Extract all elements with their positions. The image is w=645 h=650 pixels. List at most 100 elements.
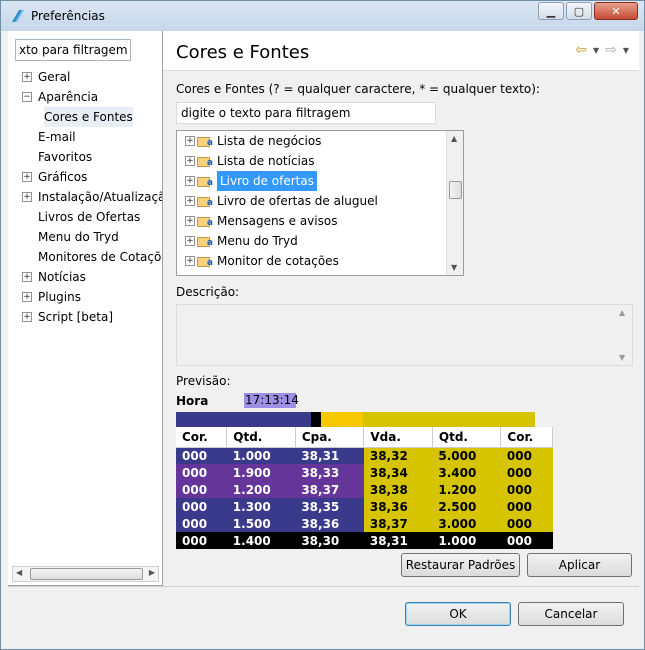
close-button[interactable]: ✕ <box>594 2 638 20</box>
expander-icon[interactable]: + <box>22 172 32 182</box>
color-font-item[interactable]: + a Menu do Tryd <box>185 231 298 251</box>
color-font-item[interactable]: + a Livro de ofertas de aluguel <box>185 191 378 211</box>
nav-item[interactable]: + Geral <box>22 67 162 87</box>
scroll-left-icon[interactable]: ◀ <box>16 568 22 577</box>
preview-cell: 38,33 <box>295 464 364 481</box>
preview-cell: 000 <box>176 498 227 515</box>
expander-icon[interactable]: + <box>22 192 32 202</box>
preview-cell: 5.000 <box>432 447 501 464</box>
scroll-thumb[interactable] <box>30 568 143 580</box>
nav-item-label: Geral <box>38 70 71 84</box>
scroll-down-icon[interactable]: ▼ <box>451 263 457 272</box>
nav-item[interactable]: Cores e Fontes <box>22 107 162 127</box>
font-folder-icon: a <box>197 134 213 148</box>
nav-item[interactable]: E-mail <box>22 127 162 147</box>
nav-item[interactable]: Livros de Ofertas <box>22 207 162 227</box>
preview-row: 000 1.000 38,31 38,32 5.000 000 <box>176 447 553 464</box>
expander-icon[interactable]: + <box>22 312 32 322</box>
color-font-item[interactable]: + a Livro de ofertas <box>185 171 317 191</box>
minimize-icon: ▁ <box>546 4 556 18</box>
nav-item[interactable]: + Instalação/Atualizaçã <box>22 187 162 207</box>
color-font-item[interactable]: + a Monitor de cotações <box>185 251 339 271</box>
font-folder-icon: a <box>197 154 213 168</box>
nav-item[interactable]: + Notícias <box>22 267 162 287</box>
color-font-item-label: Livro de ofertas de aluguel <box>217 194 378 208</box>
ok-button[interactable]: OK <box>405 602 511 626</box>
nav-item-label: Monitores de Cotaçõ <box>38 250 162 264</box>
apply-button[interactable]: Aplicar <box>527 553 632 577</box>
preferences-tree: + Geral − Aparência Cores e Fontes E-mail Favo… <box>22 67 162 327</box>
expand-plus-icon[interactable]: + <box>185 216 195 226</box>
preview-cell: 1.200 <box>226 481 296 498</box>
preview-cell: 1.000 <box>226 447 296 464</box>
nav-item-label: Favoritos <box>38 150 93 164</box>
preferences-window: Preferências ▁ ▢ ✕ xto para filtragem + G… <box>0 0 645 650</box>
expand-plus-icon[interactable]: + <box>185 236 195 246</box>
nav-item-label: Cores e Fontes <box>44 107 133 127</box>
title-bar: Preferências ▁ ▢ ✕ <box>1 1 644 31</box>
expand-plus-icon[interactable]: + <box>185 176 195 186</box>
preview-cell: 38,38 <box>363 481 433 498</box>
minimize-button[interactable]: ▁ <box>538 2 564 20</box>
list-vertical-scrollbar[interactable]: ▲ ▼ <box>446 131 463 275</box>
nav-item[interactable]: + Plugins <box>22 287 162 307</box>
color-font-item[interactable]: + a Lista de negócios <box>185 131 321 151</box>
history-nav: ⇦ ▼ ⇨ ▼ <box>575 42 629 58</box>
nav-item[interactable]: Favoritos <box>22 147 162 167</box>
color-font-item-label: Lista de negócios <box>217 134 322 148</box>
preview-column-header: Qtd. <box>432 427 502 448</box>
app-logo-icon <box>12 10 24 22</box>
preview-cell: 000 <box>500 464 553 481</box>
preview-cell: 000 <box>176 447 227 464</box>
color-font-filter-input[interactable]: digite o texto para filtragem <box>176 102 436 124</box>
maximize-button[interactable]: ▢ <box>566 2 592 20</box>
nav-item[interactable]: + Script [beta] <box>22 307 162 327</box>
expander-icon[interactable]: + <box>22 292 32 302</box>
forward-dropdown-icon[interactable]: ▼ <box>623 46 629 55</box>
nav-horizontal-scrollbar[interactable]: ◀ ▶ <box>12 566 159 582</box>
nav-item-label: Instalação/Atualizaçã <box>38 190 162 204</box>
cancel-button[interactable]: Cancelar <box>518 602 624 626</box>
expander-icon[interactable]: + <box>22 72 32 82</box>
scroll-up-icon[interactable]: ▲ <box>451 134 457 143</box>
nav-filter-input[interactable]: xto para filtragem <box>15 39 131 61</box>
expand-plus-icon[interactable]: + <box>185 136 195 146</box>
preference-page: Cores e Fontes ⇦ ▼ ⇨ ▼ Cores e Fontes (?… <box>163 31 639 586</box>
back-arrow-icon[interactable]: ⇦ <box>575 42 587 58</box>
nav-item[interactable]: − Aparência <box>22 87 162 107</box>
maximize-icon: ▢ <box>573 4 585 18</box>
scroll-down-icon[interactable]: ▼ <box>619 353 625 362</box>
page-title: Cores e Fontes <box>176 42 310 63</box>
color-font-item[interactable]: + a Mensagens e avisos <box>185 211 337 231</box>
expand-plus-icon[interactable]: + <box>185 256 195 266</box>
hora-value: 17:13:14 <box>244 393 299 408</box>
expand-plus-icon[interactable]: + <box>185 196 195 206</box>
forward-arrow-icon[interactable]: ⇨ <box>605 42 617 58</box>
scroll-thumb[interactable] <box>449 181 462 199</box>
preview-column-header: Vda. <box>363 427 433 448</box>
back-dropdown-icon[interactable]: ▼ <box>593 46 599 55</box>
preview-column-header: Cor. <box>176 427 228 448</box>
scroll-right-icon[interactable]: ▶ <box>149 568 155 577</box>
color-font-item[interactable]: + a Lista de notícias <box>185 151 314 171</box>
preview-cell: 38,32 <box>363 447 433 464</box>
description-label: Descrição: <box>176 285 240 299</box>
nav-item[interactable]: + Gráficos <box>22 167 162 187</box>
nav-item[interactable]: Menu do Tryd <box>22 227 162 247</box>
page-header: Cores e Fontes ⇦ ▼ ⇨ ▼ <box>163 31 639 71</box>
nav-item[interactable]: Monitores de Cotaçõ <box>22 247 162 267</box>
nav-item-label: Livros de Ofertas <box>38 210 141 224</box>
scroll-up-icon[interactable]: ▲ <box>619 308 625 317</box>
preview-cell: 38,31 <box>295 447 364 464</box>
preview-row: 000 1.500 38,36 38,37 3.000 000 <box>176 515 553 532</box>
font-folder-icon: a <box>197 194 213 208</box>
expander-icon[interactable]: − <box>22 92 32 102</box>
description-scrollbar[interactable]: ▲ ▼ <box>615 305 632 365</box>
preview-area: Hora 17:13:14 Cor. Qtd. Cpa. Vda. Qtd. Cor. 0… <box>176 392 553 549</box>
preview-row: 000 1.300 38,35 38,36 2.500 000 <box>176 498 553 515</box>
expander-icon[interactable]: + <box>22 272 32 282</box>
expand-plus-icon[interactable]: + <box>185 156 195 166</box>
preview-cell: 000 <box>500 481 553 498</box>
font-folder-icon: a <box>197 174 213 188</box>
restore-defaults-button[interactable]: Restaurar Padrões <box>401 553 520 577</box>
